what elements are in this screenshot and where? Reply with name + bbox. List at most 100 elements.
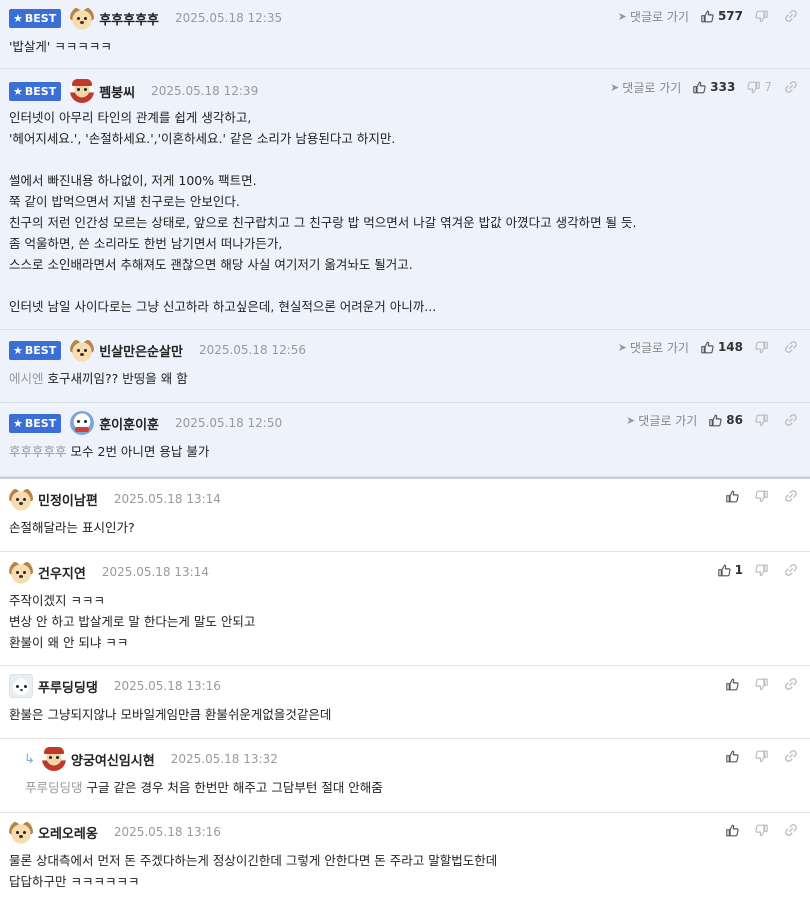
comment-body: 손절해달라는 표시인가?	[9, 517, 796, 538]
upvote-button[interactable]	[726, 490, 743, 503]
comment-header: ★ BEST 훈이훈이훈 2025.05.18 12:50	[9, 411, 282, 435]
upvote-button[interactable]	[726, 750, 743, 763]
downvote-button[interactable]	[755, 564, 772, 577]
thumbs-up-icon	[726, 824, 739, 837]
comment-actions: ➤ 댓글로 가기 148	[618, 337, 798, 357]
downvote-button[interactable]	[755, 490, 772, 503]
comment-list: ★ BEST 후후후후후 2025.05.18 12:35 ➤ 댓글로 가기 577 '밥살게…	[0, 0, 810, 906]
best-badge: ★ BEST	[9, 413, 62, 433]
nickname[interactable]: 건우지연	[38, 563, 86, 582]
reply-arrow-icon: ↳	[24, 751, 35, 767]
comment-actions	[726, 820, 798, 840]
thumbs-down-icon	[755, 750, 768, 763]
comment-date: 2025.05.18 12:35	[175, 11, 283, 25]
nickname[interactable]: 오레오레옹	[38, 823, 98, 842]
send-arrow-icon: ➤	[617, 340, 627, 354]
comment-date: 2025.05.18 13:16	[113, 679, 221, 693]
best-comment: ★ BEST 펨붕씨 2025.05.18 12:39 ➤ 댓글로 가기 333 7 인터넷이 …	[0, 69, 810, 330]
comment-header: 민정이남편 2025.05.18 13:14	[9, 487, 221, 511]
upvote-button[interactable]: 1	[717, 563, 743, 577]
nickname[interactable]: 민정이남편	[38, 490, 98, 509]
comment-header: 오레오레옹 2025.05.18 13:16	[9, 820, 221, 844]
goto-comment-link[interactable]: ➤ 댓글로 가기	[626, 412, 697, 429]
downvote-button[interactable]	[755, 750, 772, 763]
thumbs-down-icon	[755, 341, 768, 354]
downvote-button[interactable]	[755, 341, 772, 354]
goto-comment-link[interactable]: ➤ 댓글로 가기	[618, 8, 689, 25]
mention-nickname[interactable]: 푸루딩딩댕	[25, 780, 83, 795]
best-comment: ★ BEST 빈살만은순살만 2025.05.18 12:56 ➤ 댓글로 가기 148 에시…	[0, 330, 810, 403]
mention-nickname[interactable]: 후후후후후	[9, 444, 67, 459]
comment-date: 2025.05.18 12:56	[198, 343, 307, 357]
link-icon[interactable]	[784, 489, 798, 503]
comment-actions: ➤ 댓글로 가기 333 7	[610, 77, 798, 97]
nickname[interactable]: 빈살만은순살만	[99, 341, 183, 360]
nickname[interactable]: 훈이훈이훈	[99, 414, 159, 433]
comment-header: ★ BEST 후후후후후 2025.05.18 12:35	[9, 6, 282, 30]
best-comment: ★ BEST 후후후후후 2025.05.18 12:35 ➤ 댓글로 가기 577 '밥살게…	[0, 0, 810, 69]
upvote-button[interactable]: 577	[701, 9, 743, 23]
downvote-count: 7	[764, 80, 772, 94]
comment-date: 2025.05.18 13:32	[170, 752, 278, 766]
comment-body: 물론 상대측에서 먼저 돈 주겠다하는게 정상이긴한데 그렇게 안한다면 돈 주…	[9, 850, 796, 892]
nickname[interactable]: 펨붕씨	[99, 82, 135, 101]
thumbs-down-icon	[755, 678, 768, 691]
comment-text: 구글 같은 경우 처음 한번만 해주고 그담부턴 절대 안해줌	[86, 780, 383, 795]
mention-nickname[interactable]: 에시엔	[9, 371, 44, 386]
comment-body: 푸루딩딩댕 구글 같은 경우 처음 한번만 해주고 그담부턴 절대 안해줌	[25, 777, 796, 798]
puppy-avatar[interactable]	[70, 6, 95, 30]
nickname[interactable]: 푸루딩딩댕	[38, 677, 98, 696]
snowman-avatar[interactable]	[70, 411, 95, 435]
link-icon[interactable]	[784, 80, 798, 94]
thumbs-down-icon	[755, 564, 768, 577]
upvote-button[interactable]: 86	[709, 413, 743, 427]
send-arrow-icon: ➤	[626, 413, 636, 427]
hero-avatar[interactable]	[42, 747, 66, 771]
comment-body: 후후후후후 모수 2번 아니면 용납 불가	[9, 441, 796, 462]
link-icon[interactable]	[784, 677, 798, 691]
comment-body: '밥살게' ㅋㅋㅋㅋㅋ	[9, 36, 796, 57]
comment-actions	[726, 674, 798, 694]
goto-comment-link[interactable]: ➤ 댓글로 가기	[610, 79, 681, 96]
nickname[interactable]: 양궁여신임시현	[71, 750, 155, 769]
downvote-button[interactable]	[755, 414, 772, 427]
upvote-button[interactable]	[726, 678, 743, 691]
link-icon[interactable]	[784, 823, 798, 837]
star-icon: ★	[13, 11, 23, 25]
link-icon[interactable]	[784, 9, 798, 23]
hero-avatar[interactable]	[70, 79, 95, 103]
comment-header: ↳ 양궁여신임시현 2025.05.18 13:32	[24, 747, 278, 771]
best-comment: ★ BEST 훈이훈이훈 2025.05.18 12:50 ➤ 댓글로 가기 86 후후후후후…	[0, 403, 810, 477]
link-icon[interactable]	[784, 563, 798, 577]
comment-body: 주작이겠지 ㅋㅋㅋ 변상 안 하고 밥살게로 말 한다는게 말도 안되고 환불이…	[9, 590, 796, 653]
downvote-button[interactable]	[755, 10, 772, 23]
comment-date: 2025.05.18 12:50	[175, 416, 283, 430]
upvote-button[interactable]: 333	[693, 80, 735, 94]
thumbs-down-icon	[755, 414, 768, 427]
puppy-avatar[interactable]	[9, 560, 33, 584]
puppy-avatar[interactable]	[70, 338, 95, 362]
downvote-button[interactable]: 7	[747, 80, 772, 94]
send-arrow-icon: ➤	[617, 9, 627, 23]
star-icon: ★	[13, 84, 23, 98]
puppy-avatar[interactable]	[9, 487, 33, 511]
upvote-button[interactable]: 148	[701, 340, 743, 354]
downvote-button[interactable]	[755, 824, 772, 837]
upvote-count: 333	[710, 80, 736, 94]
link-icon[interactable]	[784, 749, 798, 763]
nickname[interactable]: 후후후후후	[99, 9, 159, 28]
best-badge: ★ BEST	[9, 81, 62, 101]
link-icon[interactable]	[784, 340, 798, 354]
downvote-button[interactable]	[755, 678, 772, 691]
upvote-count: 148	[717, 340, 743, 354]
best-badge: ★ BEST	[9, 340, 62, 360]
goto-comment-link[interactable]: ➤ 댓글로 가기	[618, 339, 689, 356]
puppy-avatar[interactable]	[9, 820, 33, 844]
thumbs-up-icon	[701, 10, 714, 23]
best-badge: ★ BEST	[9, 8, 62, 28]
upvote-button[interactable]	[726, 824, 743, 837]
link-icon[interactable]	[784, 413, 798, 427]
upvote-count: 86	[726, 413, 743, 427]
comment-text: 손절해달라는 표시인가?	[9, 520, 135, 535]
white-dog-avatar[interactable]	[9, 674, 33, 698]
